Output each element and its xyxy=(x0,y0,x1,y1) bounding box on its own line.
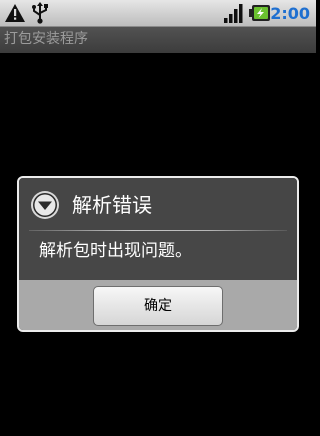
dialog-divider xyxy=(29,230,287,231)
android-screen: 2:00 打包安装程序 解析错误 解析包时出现问题。 确定 xyxy=(0,0,316,436)
alert-circle-icon xyxy=(31,191,59,219)
dialog-title: 解析错误 xyxy=(72,193,152,217)
status-clock: 2:00 xyxy=(270,4,310,23)
app-title-bar: 打包安装程序 xyxy=(0,27,316,53)
battery-charging-icon xyxy=(249,5,270,21)
usb-icon xyxy=(32,2,48,24)
warning-icon xyxy=(5,4,25,22)
app-title: 打包安装程序 xyxy=(4,31,88,47)
dialog-header: 解析错误 xyxy=(19,178,297,230)
dialog-message: 解析包时出现问题。 xyxy=(39,241,192,261)
parse-error-dialog: 解析错误 解析包时出现问题。 确定 xyxy=(17,176,299,332)
signal-icon xyxy=(224,4,243,23)
status-bar: 2:00 xyxy=(0,0,316,27)
dialog-button-bar: 确定 xyxy=(19,280,297,330)
ok-button[interactable]: 确定 xyxy=(93,286,223,326)
